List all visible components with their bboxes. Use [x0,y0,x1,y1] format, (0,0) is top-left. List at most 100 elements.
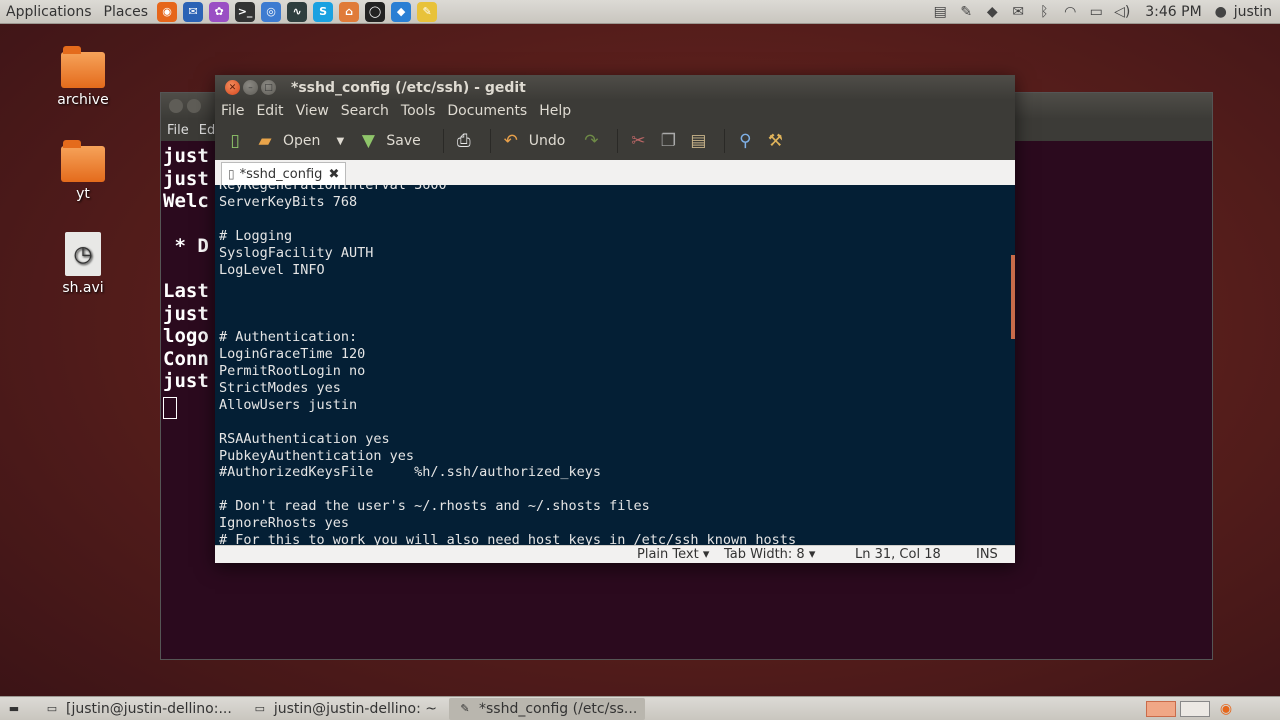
desktop-icon-sh-avi[interactable]: ◷ sh.avi [43,232,123,296]
bluetooth-icon[interactable]: ᛒ [1033,2,1055,22]
open-folder-icon[interactable]: ▰ [253,129,277,153]
edit-icon[interactable]: ✎ [955,2,977,22]
print-icon[interactable]: ⎙ [452,129,476,153]
minimize-icon[interactable] [187,99,201,113]
editor-content[interactable]: KeyRegenerationInterval 3600 ServerKeyBit… [219,185,796,545]
notes-icon[interactable]: ✎ [417,1,438,22]
user-icon[interactable]: ● [1214,2,1228,22]
scrollbar-thumb[interactable] [1011,255,1015,339]
dropbox-tray-icon[interactable]: ◆ [981,2,1003,22]
undo-icon[interactable]: ↶ [499,129,523,153]
editor-line: ServerKeyBits 768 [219,193,358,210]
find-icon[interactable]: ⚲ [733,129,757,153]
clock[interactable]: 3:46 PM [1145,4,1201,20]
tab-close-icon[interactable]: ✖ [328,167,339,182]
language-selector[interactable]: Plain Text ▾ [637,547,709,562]
thunderbird-icon[interactable]: ✉ [183,1,204,22]
close-icon[interactable]: ✕ [225,80,240,95]
editor-line: LoginGraceTime 120 [219,346,366,363]
workspace-switcher: ◉ [1142,697,1240,720]
document-tabbar: ▯ *sshd_config ✖ [215,160,1015,185]
maximize-icon[interactable]: □ [261,80,276,95]
document-tab[interactable]: ▯ *sshd_config ✖ [221,162,347,185]
editor-scrollbar[interactable] [1011,185,1015,545]
toolbar-separator [442,129,444,153]
terminal-menu-edit[interactable]: Ed [199,123,215,138]
toolbar-separator [489,129,491,153]
mail-icon[interactable]: ✉ [1007,2,1029,22]
desktop-icon-archive[interactable]: archive [43,46,123,108]
gedit-titlebar[interactable]: ✕ – □ *sshd_config (/etc/ssh) - gedit [215,75,1015,100]
insert-mode: INS [976,547,998,562]
places-menu[interactable]: Places [98,0,155,24]
menu-search[interactable]: Search [340,103,390,119]
user-name[interactable]: justin [1234,4,1272,20]
editor-line: AllowUsers justin [219,396,358,413]
volume-icon[interactable]: ◁) [1111,2,1133,22]
editor-text-area[interactable]: KeyRegenerationInterval 3600 ServerKeyBit… [215,185,1015,545]
taskbar-item-label: *sshd_config (/etc/ss... [479,700,638,717]
minimize-icon[interactable]: – [243,80,258,95]
home-folder-icon[interactable]: ⌂ [339,1,360,22]
chromium-icon[interactable]: ◎ [261,1,282,22]
terminal-menu-file[interactable]: File [167,123,189,138]
close-icon[interactable] [169,99,183,113]
taskbar-item-gedit[interactable]: ✎ *sshd_config (/etc/ss... [449,697,646,720]
find-replace-icon[interactable]: ⚒ [763,129,787,153]
wifi-icon[interactable]: ◠ [1059,2,1081,22]
terminal-icon: ▭ [254,702,266,715]
dropbox-icon[interactable]: ◆ [391,1,412,22]
editor-line: IgnoreRhosts yes [219,515,350,532]
firefox-icon[interactable]: ◉ [157,1,178,22]
open-dropdown-icon[interactable]: ▼ [334,129,346,153]
document-icon[interactable]: ▤ [929,2,951,22]
redo-icon[interactable]: ↷ [579,129,603,153]
skype-icon[interactable]: S [313,1,334,22]
bottom-panel: ▬ ▭ [justin@justin-dellino:... ▭ justin@… [0,696,1280,720]
system-tray: ▤ ✎ ◆ ✉ ᛒ ◠ ▭ ◁) 3:46 PM ● justin [927,0,1272,24]
copy-icon[interactable]: ❐ [656,129,680,153]
editor-line: PubkeyAuthentication yes [219,447,415,464]
undo-button[interactable]: Undo [529,133,566,149]
editor-line: PermitRootLogin no [219,362,366,379]
menu-help[interactable]: Help [538,103,572,119]
text-editor-icon: ✎ [460,702,470,715]
new-document-icon[interactable]: ▯ [223,129,247,153]
taskbar-item-terminal-2[interactable]: ▭ justin@justin-dellino: ~ [244,698,445,720]
settings-icon[interactable]: ✿ [209,1,230,22]
save-icon[interactable]: ▼ [356,129,380,153]
taskbar-item-label: [justin@justin-dellino:... [66,700,232,717]
workspace-1[interactable] [1146,701,1176,717]
terminal-icon: ▭ [46,702,58,715]
menu-tools[interactable]: Tools [400,103,437,119]
save-button[interactable]: Save [386,133,420,149]
gedit-statusbar: Plain Text ▾ Tab Width: 8 ▾ Ln 31, Col 1… [215,545,1015,563]
desktop-icon-yt[interactable]: yt [43,140,123,202]
system-monitor-icon[interactable]: ∿ [287,1,308,22]
show-desktop-icon[interactable]: ▬ [6,702,22,716]
cut-icon[interactable]: ✂ [626,129,650,153]
firefox-icon[interactable]: ◉ [1218,701,1234,717]
editor-line: # Authentication: [219,329,358,346]
menu-documents[interactable]: Documents [446,103,528,119]
menu-edit[interactable]: Edit [255,103,284,119]
text-file-icon: ▯ [228,167,235,181]
editor-line: # Logging [219,227,293,244]
menu-view[interactable]: View [295,103,330,119]
unity-icon[interactable]: ◯ [365,1,386,22]
workspace-2[interactable] [1180,701,1210,717]
applications-menu[interactable]: Applications [0,0,98,24]
tab-width-selector[interactable]: Tab Width: 8 ▾ [724,547,815,562]
paste-icon[interactable]: ▤ [686,129,710,153]
gedit-window[interactable]: ✕ – □ *sshd_config (/etc/ssh) - gedit Fi… [215,75,1015,563]
battery-icon[interactable]: ▭ [1085,2,1107,22]
menu-file[interactable]: File [220,103,245,119]
editor-line: # Don't read the user's ~/.rhosts and ~/… [219,498,650,515]
open-button[interactable]: Open [283,133,320,149]
editor-line: KeyRegenerationInterval 3600 [219,185,447,193]
taskbar-item-terminal-1[interactable]: ▭ [justin@justin-dellino:... [36,698,240,720]
terminal-icon[interactable]: >_ [235,1,256,22]
editor-line: RSAAuthentication yes [219,430,390,447]
